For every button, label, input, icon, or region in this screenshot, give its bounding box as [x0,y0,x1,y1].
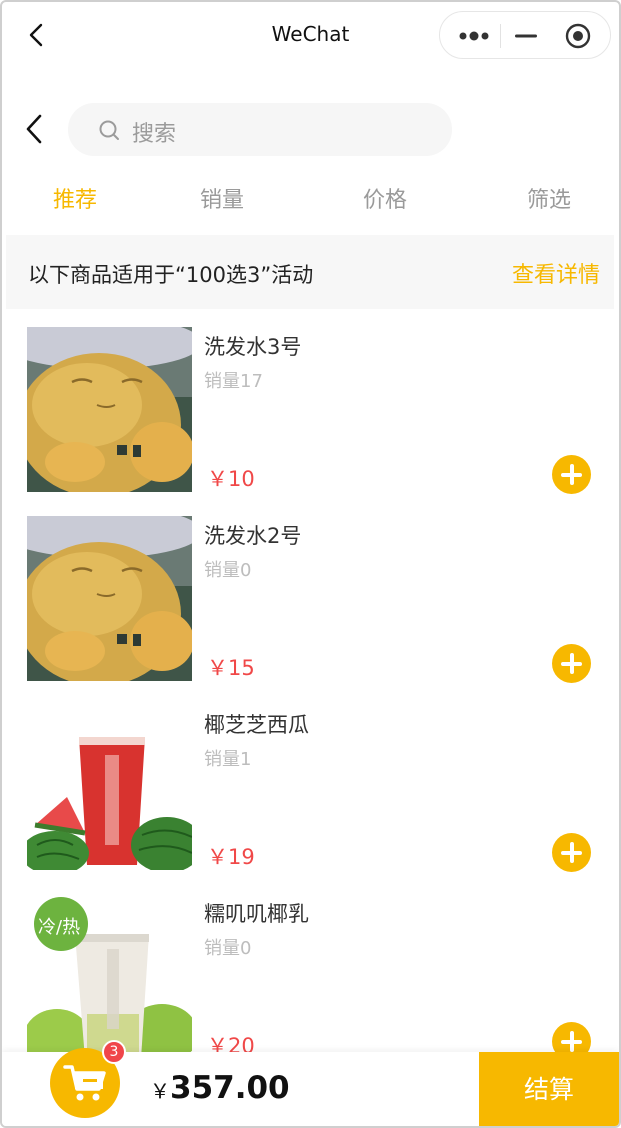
promo-banner: 以下商品适用于“100选3”活动 查看详情 [6,235,614,309]
page-back-icon[interactable] [20,112,48,146]
search-input[interactable]: 搜索 [68,103,452,156]
temperature-tag: 冷/热 [38,917,81,938]
price-value: 10 [228,467,255,491]
tab-recommended[interactable]: 推荐 [53,182,97,214]
sales-count: 17 [240,371,263,392]
sales-label: 销量 [204,560,240,581]
product-price: ￥19 [207,841,255,871]
tab-filter[interactable]: 筛选 [527,182,571,214]
list-item[interactable]: 椰芝芝西瓜 销量1 ￥19 [2,705,619,894]
checkout-button[interactable]: 结算 [479,1052,619,1126]
sales-count: 0 [240,938,252,959]
capsule-divider [500,24,501,48]
view-details-link[interactable]: 查看详情 [512,257,600,289]
product-image: 冷/热 [27,894,192,1059]
product-image [27,705,192,870]
product-sales: 销量0 [204,934,251,960]
product-price: ￥10 [207,463,255,493]
watermelon-drink-image-icon [27,705,192,870]
add-to-cart-button[interactable] [552,455,591,494]
more-icon[interactable] [458,26,490,46]
sales-label: 销量 [204,749,240,770]
mini-program-capsule [439,11,611,59]
currency-symbol: ￥ [207,467,228,491]
list-item[interactable]: 洗发水3号 销量17 ￥10 [2,327,619,516]
tab-sales[interactable]: 销量 [200,182,244,214]
cart-count-badge: 3 [102,1040,126,1064]
promo-text: 以下商品适用于“100选3”活动 [28,263,314,287]
product-image [27,516,192,681]
tab-price[interactable]: 价格 [363,182,407,214]
search-icon [99,120,119,140]
app-window: WeChat 搜索 推荐 销量 价格 筛选 以下商品适用于“100选3”活动 查… [0,0,621,1128]
product-name: 椰芝芝西瓜 [204,713,309,737]
product-price: ￥15 [207,652,255,682]
add-to-cart-button[interactable] [552,644,591,683]
sort-tabs: 推荐 销量 价格 筛选 [2,178,619,218]
product-image [27,327,192,492]
cart-total: ￥357.00 [150,1070,290,1106]
add-to-cart-button[interactable] [552,833,591,872]
minimize-icon[interactable] [514,26,538,46]
list-item[interactable]: 洗发水2号 销量0 ￥15 [2,516,619,705]
product-name: 洗发水2号 [204,524,302,548]
total-currency: ￥ [150,1079,170,1103]
currency-symbol: ￥ [207,656,228,680]
price-value: 15 [228,656,255,680]
product-sales: 销量17 [204,367,263,393]
cart-bar: 3 ￥357.00 结算 [2,1040,619,1126]
product-name: 糯叽叽椰乳 [204,902,309,926]
product-sales: 销量1 [204,745,251,771]
sales-count: 1 [240,749,252,770]
price-value: 19 [228,845,255,869]
close-target-icon[interactable] [564,22,592,50]
total-amount: 357.00 [170,1070,290,1106]
search-row: 搜索 [2,98,619,162]
sales-label: 销量 [204,371,240,392]
product-sales: 销量0 [204,556,251,582]
search-placeholder: 搜索 [132,122,177,147]
sales-label: 销量 [204,938,240,959]
character-image-icon [27,516,192,681]
sales-count: 0 [240,560,252,581]
currency-symbol: ￥ [207,845,228,869]
product-name: 洗发水3号 [204,335,302,359]
cart-icon [63,1065,106,1101]
window-header: WeChat [2,2,619,68]
character-image-icon [27,327,192,492]
